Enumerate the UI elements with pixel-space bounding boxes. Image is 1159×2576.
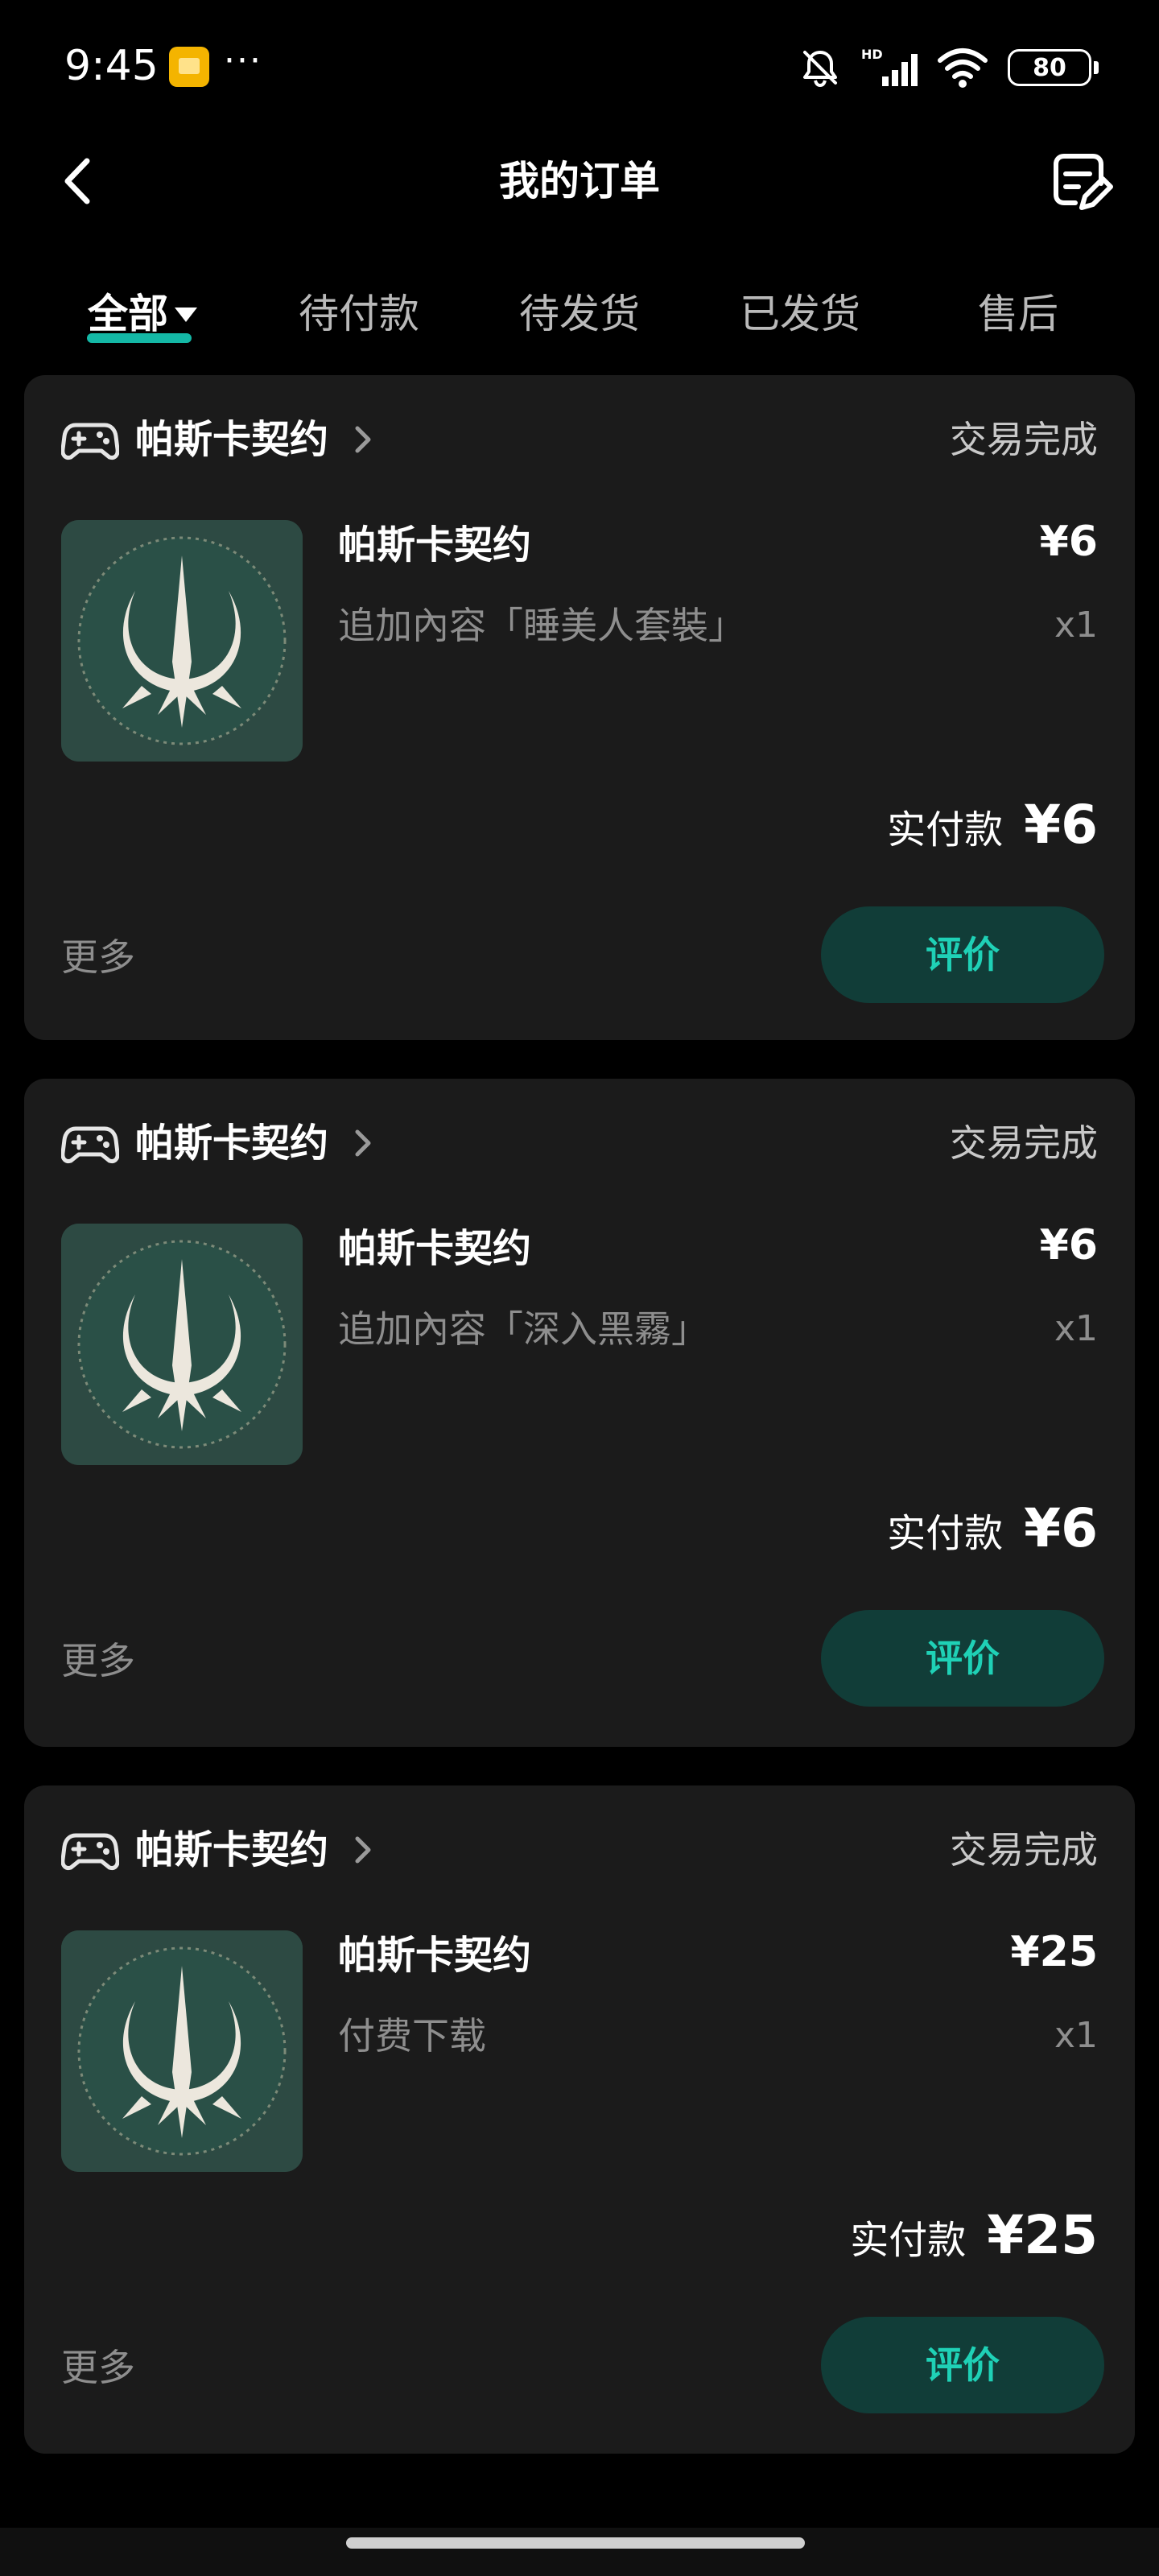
unit-price: ¥6	[1039, 518, 1098, 566]
store-link[interactable]: 帕斯卡契约	[61, 1818, 378, 1882]
paid-total: 实付款 ¥6	[887, 794, 1098, 866]
battery-icon: 80	[1008, 49, 1099, 86]
product-thumbnail[interactable]	[61, 1224, 303, 1465]
paid-total: 实付款 ¥6	[887, 1497, 1098, 1570]
paid-amount: ¥6	[1024, 1497, 1098, 1559]
wifi-icon	[938, 48, 988, 88]
game-emblem-icon	[61, 1930, 303, 2172]
dropdown-caret-icon	[175, 307, 197, 322]
quantity: x1	[1054, 2015, 1098, 2056]
paid-label: 实付款	[850, 2218, 967, 2263]
quantity: x1	[1054, 1308, 1098, 1349]
tab-pending-shipment[interactable]: 待发货	[507, 274, 652, 354]
tab-pending-payment[interactable]: 待付款	[287, 274, 431, 354]
more-button[interactable]: 更多	[61, 1633, 135, 1689]
app-notification-icon	[169, 47, 209, 87]
svg-text:HD: HD	[861, 47, 883, 62]
store-name: 帕斯卡契约	[135, 1121, 329, 1166]
tab-all-label: 全部	[88, 291, 168, 337]
game-emblem-icon	[61, 1224, 303, 1465]
active-tab-indicator	[87, 333, 192, 343]
order-card: 帕斯卡契约 交易完成 帕斯卡契约 付费下载 ¥25 x1 实付款 ¥25 更多 …	[24, 1785, 1135, 2454]
unit-price: ¥25	[1010, 1928, 1098, 1976]
hd-signal-icon: HD	[861, 47, 918, 86]
review-button[interactable]: 评价	[821, 2317, 1104, 2413]
status-time: 9:45	[64, 42, 159, 90]
status-icons: HD 80	[798, 42, 1099, 93]
store-name: 帕斯卡契约	[135, 417, 329, 462]
order-status: 交易完成	[950, 1828, 1098, 1872]
paid-label: 实付款	[887, 1511, 1004, 1556]
review-button[interactable]: 评价	[821, 1610, 1104, 1707]
orders-page: 9:45 ··· HD 80 我的订单 全部 待付款 待发货 已发货 售后 帕斯…	[0, 0, 1159, 2576]
status-bar: 9:45 ··· HD 80	[0, 0, 1159, 129]
product-thumbnail[interactable]	[61, 520, 303, 762]
product-name: 帕斯卡契约	[338, 1933, 532, 1978]
unit-price: ¥6	[1039, 1221, 1098, 1269]
store-link[interactable]: 帕斯卡契约	[61, 1111, 378, 1175]
quantity: x1	[1054, 605, 1098, 646]
order-status: 交易完成	[950, 1121, 1098, 1165]
product-description: 追加內容「睡美人套裝」	[338, 604, 745, 647]
chevron-right-icon	[355, 426, 371, 453]
product-name: 帕斯卡契约	[338, 1226, 532, 1271]
store-name: 帕斯卡契约	[135, 1827, 329, 1872]
paid-label: 实付款	[887, 807, 1004, 852]
order-status: 交易完成	[950, 418, 1098, 461]
tab-after-sales[interactable]: 售后	[958, 274, 1079, 354]
gamepad-icon	[61, 1833, 119, 1870]
order-card: 帕斯卡契约 交易完成 帕斯卡契约 追加內容「深入黑霧」 ¥6 x1 实付款 ¥6…	[24, 1079, 1135, 1747]
product-description: 付费下载	[338, 2014, 486, 2058]
game-emblem-icon	[61, 520, 303, 762]
product-thumbnail[interactable]	[61, 1930, 303, 2172]
feedback-edit-icon[interactable]	[1046, 148, 1114, 216]
app-header: 我的订单	[0, 129, 1159, 233]
order-card: 帕斯卡契约 交易完成 帕斯卡契约 追加內容「睡美人套裝」 ¥6 x1 实付款 ¥…	[24, 375, 1135, 1040]
system-nav-bar	[0, 2528, 1159, 2576]
order-tabs: 全部 待付款 待发货 已发货 售后	[0, 274, 1159, 354]
home-indicator[interactable]	[346, 2537, 805, 2549]
mute-bell-icon	[803, 51, 837, 88]
product-name: 帕斯卡契约	[338, 522, 532, 568]
gamepad-icon	[61, 1126, 119, 1163]
product-description: 追加內容「深入黑霧」	[338, 1307, 708, 1351]
chevron-right-icon	[355, 1836, 371, 1864]
chevron-right-icon	[355, 1129, 371, 1157]
more-button[interactable]: 更多	[61, 929, 135, 985]
paid-amount: ¥25	[987, 2204, 1098, 2266]
paid-amount: ¥6	[1024, 794, 1098, 856]
paid-total: 实付款 ¥25	[850, 2204, 1098, 2277]
more-button[interactable]: 更多	[61, 2339, 135, 2396]
gamepad-icon	[61, 423, 119, 460]
tab-shipped[interactable]: 已发货	[728, 274, 872, 354]
page-title: 我的订单	[499, 158, 660, 204]
review-button[interactable]: 评价	[821, 906, 1104, 1003]
more-notifications-indicator: ···	[224, 40, 262, 81]
battery-level: 80	[1033, 53, 1066, 82]
store-link[interactable]: 帕斯卡契约	[61, 407, 378, 472]
